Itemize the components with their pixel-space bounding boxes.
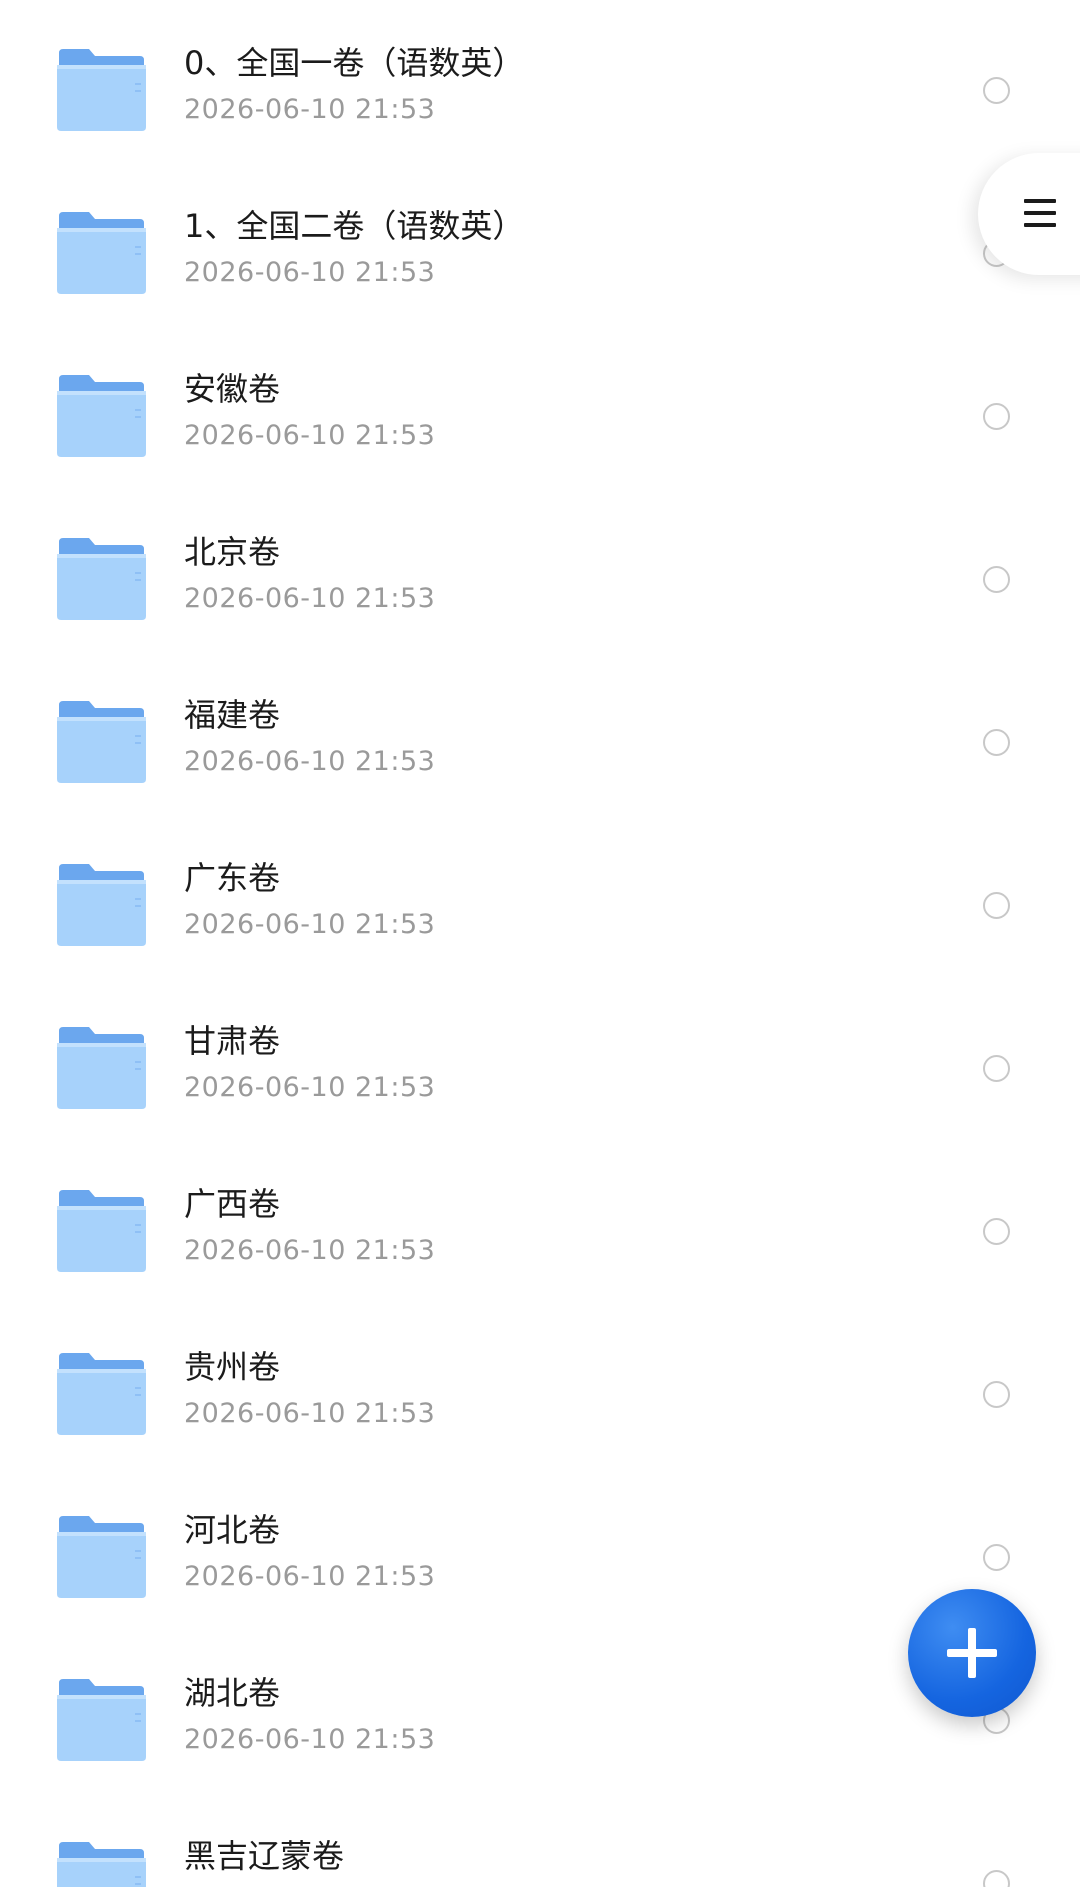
file-row[interactable]: 北京卷 2026-06-10 21:53 bbox=[0, 494, 1080, 657]
folder-icon bbox=[55, 1351, 148, 1437]
select-radio-icon[interactable] bbox=[983, 729, 1010, 756]
modified-date: 2026-06-10 21:53 bbox=[184, 1072, 436, 1103]
file-row[interactable]: 广西卷 2026-06-10 21:53 bbox=[0, 1146, 1080, 1309]
modified-date: 2026-06-10 21:53 bbox=[184, 583, 436, 614]
file-row[interactable]: 贵州卷 2026-06-10 21:53 bbox=[0, 1309, 1080, 1472]
folder-name: 1、全国二卷（语数英） bbox=[184, 207, 525, 245]
folder-name: 黑吉辽蒙卷 bbox=[184, 1837, 345, 1875]
folder-name: 北京卷 bbox=[184, 533, 281, 571]
select-radio-icon[interactable] bbox=[983, 1544, 1010, 1571]
folder-icon bbox=[55, 862, 148, 948]
select-radio-icon[interactable] bbox=[983, 1218, 1010, 1245]
file-row[interactable]: 甘肃卷 2026-06-10 21:53 bbox=[0, 983, 1080, 1146]
folder-name: 福建卷 bbox=[184, 696, 281, 734]
select-radio-icon[interactable] bbox=[983, 77, 1010, 104]
modified-date: 2026-06-10 21:53 bbox=[184, 257, 436, 288]
file-row[interactable]: 黑吉辽蒙卷 bbox=[0, 1798, 1080, 1887]
add-button[interactable] bbox=[908, 1589, 1036, 1717]
folder-name: 广西卷 bbox=[184, 1185, 281, 1223]
folder-icon bbox=[55, 699, 148, 785]
file-list: 0、全国一卷（语数英） 2026-06-10 21:53 1、全国二卷（语数英）… bbox=[0, 0, 1080, 1887]
select-radio-icon[interactable] bbox=[983, 566, 1010, 593]
select-radio-icon[interactable] bbox=[983, 892, 1010, 919]
select-radio-icon[interactable] bbox=[983, 1870, 1010, 1887]
folder-name: 安徽卷 bbox=[184, 370, 281, 408]
modified-date: 2026-06-10 21:53 bbox=[184, 1724, 436, 1755]
folder-icon bbox=[55, 536, 148, 622]
folder-icon bbox=[55, 1514, 148, 1600]
folder-icon bbox=[55, 210, 148, 296]
modified-date: 2026-06-10 21:53 bbox=[184, 94, 436, 125]
folder-icon bbox=[55, 1677, 148, 1763]
select-radio-icon[interactable] bbox=[983, 1055, 1010, 1082]
modified-date: 2026-06-10 21:53 bbox=[184, 909, 436, 940]
menu-icon bbox=[1024, 197, 1056, 229]
file-row[interactable]: 安徽卷 2026-06-10 21:53 bbox=[0, 331, 1080, 494]
folder-name: 广东卷 bbox=[184, 859, 281, 897]
folder-name: 甘肃卷 bbox=[184, 1022, 281, 1060]
modified-date: 2026-06-10 21:53 bbox=[184, 746, 436, 777]
folder-icon bbox=[55, 1840, 148, 1887]
folder-name: 河北卷 bbox=[184, 1511, 281, 1549]
modified-date: 2026-06-10 21:53 bbox=[184, 1235, 436, 1266]
folder-icon bbox=[55, 1188, 148, 1274]
modified-date: 2026-06-10 21:53 bbox=[184, 1398, 436, 1429]
folder-name: 贵州卷 bbox=[184, 1348, 281, 1386]
folder-name: 湖北卷 bbox=[184, 1674, 281, 1712]
file-row[interactable]: 福建卷 2026-06-10 21:53 bbox=[0, 657, 1080, 820]
file-row[interactable]: 河北卷 2026-06-10 21:53 bbox=[0, 1472, 1080, 1635]
modified-date: 2026-06-10 21:53 bbox=[184, 1561, 436, 1592]
modified-date: 2026-06-10 21:53 bbox=[184, 420, 436, 451]
folder-icon bbox=[55, 373, 148, 459]
file-row[interactable]: 0、全国一卷（语数英） 2026-06-10 21:53 bbox=[0, 5, 1080, 168]
folder-icon bbox=[55, 47, 148, 133]
folder-name: 0、全国一卷（语数英） bbox=[184, 44, 525, 82]
plus-icon bbox=[947, 1628, 997, 1678]
file-row[interactable]: 广东卷 2026-06-10 21:53 bbox=[0, 820, 1080, 983]
select-radio-icon[interactable] bbox=[983, 403, 1010, 430]
file-row[interactable]: 1、全国二卷（语数英） 2026-06-10 21:53 bbox=[0, 168, 1080, 331]
folder-icon bbox=[55, 1025, 148, 1111]
select-radio-icon[interactable] bbox=[983, 1381, 1010, 1408]
